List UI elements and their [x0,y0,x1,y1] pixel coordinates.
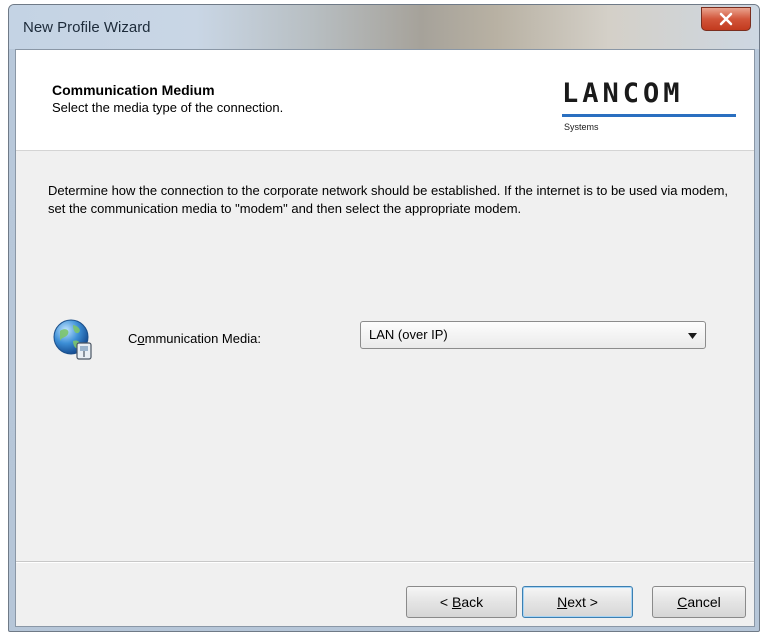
title-bar[interactable]: New Profile Wizard [9,5,759,49]
page-title: Communication Medium [52,82,215,98]
selected-media-value: LAN (over IP) [369,327,448,342]
window-title: New Profile Wizard [23,19,151,36]
wizard-window: New Profile Wizard Communication Medium … [8,4,760,632]
close-button[interactable] [701,7,751,31]
next-button[interactable]: Next > [522,586,633,618]
back-button[interactable]: < Back [406,586,517,618]
lancom-logo: LANCOM Systems [562,78,738,138]
close-icon [719,12,733,26]
logo-subtext: Systems [564,122,599,132]
globe-network-icon [53,319,92,360]
button-separator [16,561,754,563]
instructions-text: Determine how the connection to the corp… [48,183,729,216]
page-subtitle: Select the media type of the connection. [52,100,284,115]
wizard-content: Determine how the connection to the corp… [16,151,754,561]
logo-wordmark: LANCOM [562,78,684,109]
communication-media-select[interactable]: LAN (over IP) [360,321,706,349]
wizard-header: Communication Medium Select the media ty… [16,50,754,151]
cancel-button[interactable]: Cancel [652,586,746,618]
wizard-body: Communication Medium Select the media ty… [15,49,755,627]
communication-media-label: Communication Media: [128,331,261,346]
chevron-down-icon[interactable] [688,333,697,339]
logo-underline [562,114,736,117]
